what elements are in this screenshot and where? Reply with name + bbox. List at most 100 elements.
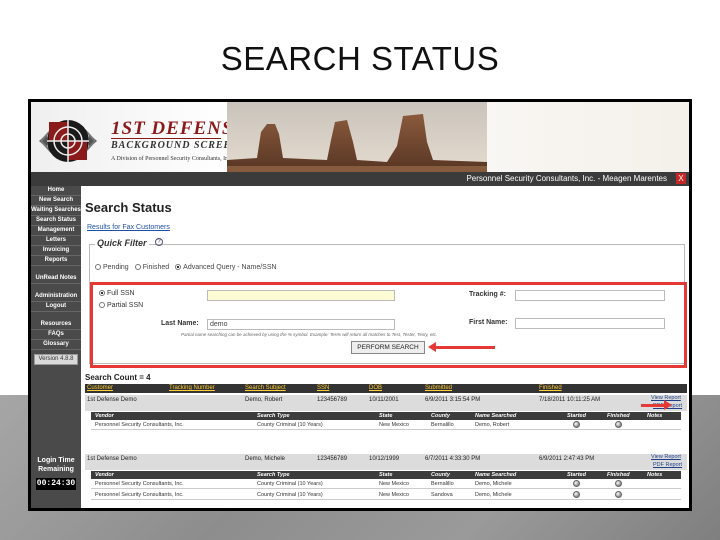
sub-vendor: Personnel Security Consultants, Inc. xyxy=(95,492,184,498)
radio-icon xyxy=(99,302,105,308)
tracking-label: Tracking #: xyxy=(469,291,506,298)
sub-name-searched: Demo, Michele xyxy=(475,492,512,498)
fax-customers-link[interactable]: Results for Fax Customers xyxy=(87,224,170,231)
view-report-link[interactable]: View Report xyxy=(651,454,681,460)
sub-name-searched: Demo, Robert xyxy=(475,422,510,428)
page-title: Search Status xyxy=(85,200,172,215)
sub-col-started: Started xyxy=(567,413,586,419)
sub-state: New Mexico xyxy=(379,492,409,498)
nav-home[interactable]: Home xyxy=(31,186,81,196)
brand-division: A Division of Personnel Security Consult… xyxy=(111,156,233,162)
nav-logout[interactable]: Logout xyxy=(31,302,81,312)
sub-results-header: Vendor Search Type State County Name Sea… xyxy=(91,412,681,420)
col-search-subject[interactable]: Search Subject xyxy=(245,385,286,391)
sub-vendor: Personnel Security Consultants, Inc. xyxy=(95,481,184,487)
finished-status-icon xyxy=(615,421,622,428)
sub-results-header: Vendor Search Type State County Name Sea… xyxy=(91,471,681,479)
nav-search-status[interactable]: Search Status xyxy=(31,216,81,226)
pdf-report-link[interactable]: PDF Report xyxy=(653,462,682,468)
nav-new-search[interactable]: New Search xyxy=(31,196,81,206)
logo-emblem-icon xyxy=(39,120,97,162)
filter-finished-label: Finished xyxy=(142,264,170,271)
nav-faqs[interactable]: FAQs xyxy=(31,330,81,340)
results-header: Customer Tracking Number Search Subject … xyxy=(85,384,687,393)
sub-search-type: County Criminal (10 Years) xyxy=(257,422,323,428)
sub-col-finished: Finished xyxy=(607,413,630,419)
help-icon[interactable]: ? xyxy=(155,238,163,246)
filter-advanced-label: Advanced Query - Name/SSN xyxy=(183,264,277,271)
nav-management[interactable]: Management xyxy=(31,226,81,236)
sub-county: Sandova xyxy=(431,492,453,498)
user-bar: Personnel Security Consultants, Inc. - M… xyxy=(31,172,689,186)
ssn-input[interactable] xyxy=(207,290,395,301)
sub-col-finished: Finished xyxy=(607,472,630,478)
sub-col-vendor: Vendor xyxy=(95,413,114,419)
radio-selected-icon xyxy=(99,290,105,296)
nav-waiting-searches[interactable]: Waiting Searches xyxy=(31,206,81,216)
login-time-label: Login Time Remaining xyxy=(37,457,75,473)
sub-col-county: County xyxy=(431,472,450,478)
version-badge: Version 4.8.8 xyxy=(34,354,78,365)
main-content: Search Status Results for Fax Customers … xyxy=(85,186,687,508)
sub-result-row: Personnel Security Consultants, Inc. Cou… xyxy=(91,479,681,489)
col-ssn[interactable]: SSN xyxy=(317,385,329,391)
app-window: 1ST DEFENSE BACKGROUND SCREENING A Divis… xyxy=(31,102,689,508)
radio-icon xyxy=(134,264,141,270)
close-icon[interactable]: X xyxy=(676,173,686,184)
sub-col-name-searched: Name Searched xyxy=(475,413,517,419)
filter-pending[interactable]: Pending xyxy=(95,264,129,271)
col-finished[interactable]: Finished xyxy=(539,385,562,391)
callout-arrow-icon xyxy=(428,342,495,352)
first-name-input[interactable] xyxy=(515,318,665,329)
record-row-links: PDF Report xyxy=(85,462,687,470)
search-count: Search Count = 4 xyxy=(85,373,151,382)
sub-county: Bernalillo xyxy=(431,481,454,487)
app-header: 1ST DEFENSE BACKGROUND SCREENING A Divis… xyxy=(31,102,689,182)
sidebar-nav: Home New Search Waiting Searches Search … xyxy=(31,186,81,508)
sub-col-state: State xyxy=(379,413,393,419)
first-name-label: First Name: xyxy=(469,319,508,326)
nav-letters[interactable]: Letters xyxy=(31,236,81,246)
sub-county: Bernalillo xyxy=(431,422,454,428)
sub-search-type: County Criminal (10 Years) xyxy=(257,492,323,498)
nav-glossary[interactable]: Glossary xyxy=(31,340,81,350)
col-dob[interactable]: DOB xyxy=(369,385,382,391)
col-submitted[interactable]: Submitted xyxy=(425,385,452,391)
sub-col-vendor: Vendor xyxy=(95,472,114,478)
nav-reports[interactable]: Reports xyxy=(31,256,81,266)
sub-col-notes: Notes xyxy=(647,472,663,478)
callout-arrow-icon xyxy=(641,400,672,410)
sub-col-search-type: Search Type xyxy=(257,472,290,478)
nav-administration[interactable]: Administration xyxy=(31,292,81,302)
started-status-icon xyxy=(573,491,580,498)
filter-finished[interactable]: Finished xyxy=(134,264,170,271)
brand-rule xyxy=(111,138,221,139)
sub-result-row: Personnel Security Consultants, Inc. Cou… xyxy=(91,490,681,500)
filter-advanced[interactable]: Advanced Query - Name/SSN xyxy=(175,264,277,271)
nav-unread-notes[interactable]: UnRead Notes xyxy=(31,274,81,284)
sub-col-notes: Notes xyxy=(647,413,663,419)
full-ssn-option[interactable]: Full SSN xyxy=(99,290,135,297)
col-tracking-number[interactable]: Tracking Number xyxy=(169,385,215,391)
header-landscape-image xyxy=(227,102,487,182)
col-customer[interactable]: Customer xyxy=(87,385,113,391)
nav-resources[interactable]: Resources xyxy=(31,320,81,330)
full-ssn-label: Full SSN xyxy=(107,290,135,297)
nav-invoicing[interactable]: Invoicing xyxy=(31,246,81,256)
last-name-input[interactable]: demo xyxy=(207,319,395,330)
sub-col-name-searched: Name Searched xyxy=(475,472,517,478)
finished-status-icon xyxy=(615,491,622,498)
sub-col-county: County xyxy=(431,413,450,419)
partial-ssn-option[interactable]: Partial SSN xyxy=(99,302,143,309)
last-name-label: Last Name: xyxy=(161,320,199,327)
radio-selected-icon xyxy=(175,264,182,270)
sub-state: New Mexico xyxy=(379,422,409,428)
slide-title: SEARCH STATUS xyxy=(220,40,500,77)
search-hint: Partial name searching can be achieved b… xyxy=(181,332,438,337)
sub-col-state: State xyxy=(379,472,393,478)
perform-search-button[interactable]: PERFORM SEARCH xyxy=(351,341,425,354)
tracking-input[interactable] xyxy=(515,290,665,301)
